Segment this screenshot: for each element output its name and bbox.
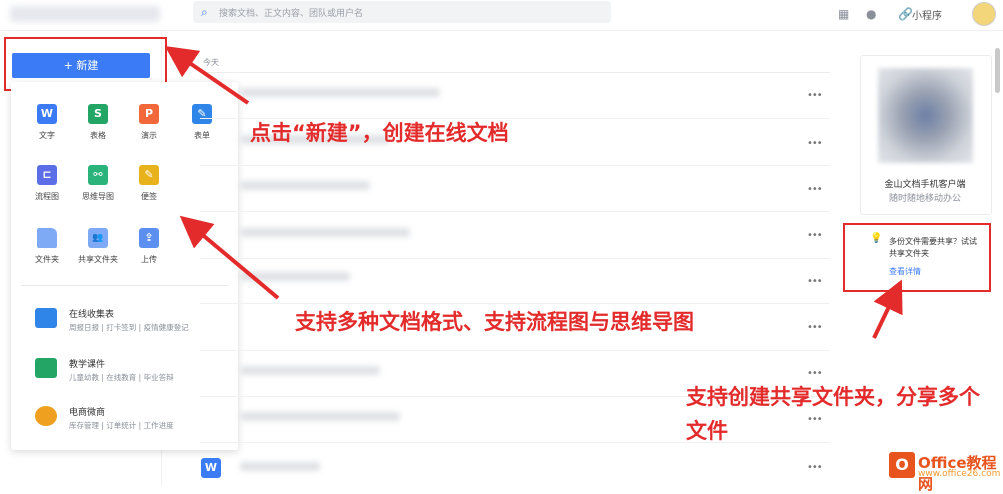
office-logo-icon: O [889,452,915,478]
annotation-new: 点击“新建”，创建在线文档 [250,121,509,145]
annotation-formats: 支持多种文档格式、支持流程图与思维导图 [295,310,694,334]
watermark-url: www.office26.com [918,469,1001,479]
arrow-to-menu [179,215,280,300]
arrow-to-new-button [164,45,250,105]
annotation-share: 支持创建共享文件夹，分享多个文件 [686,385,980,443]
arrow-to-share-box [872,279,903,339]
